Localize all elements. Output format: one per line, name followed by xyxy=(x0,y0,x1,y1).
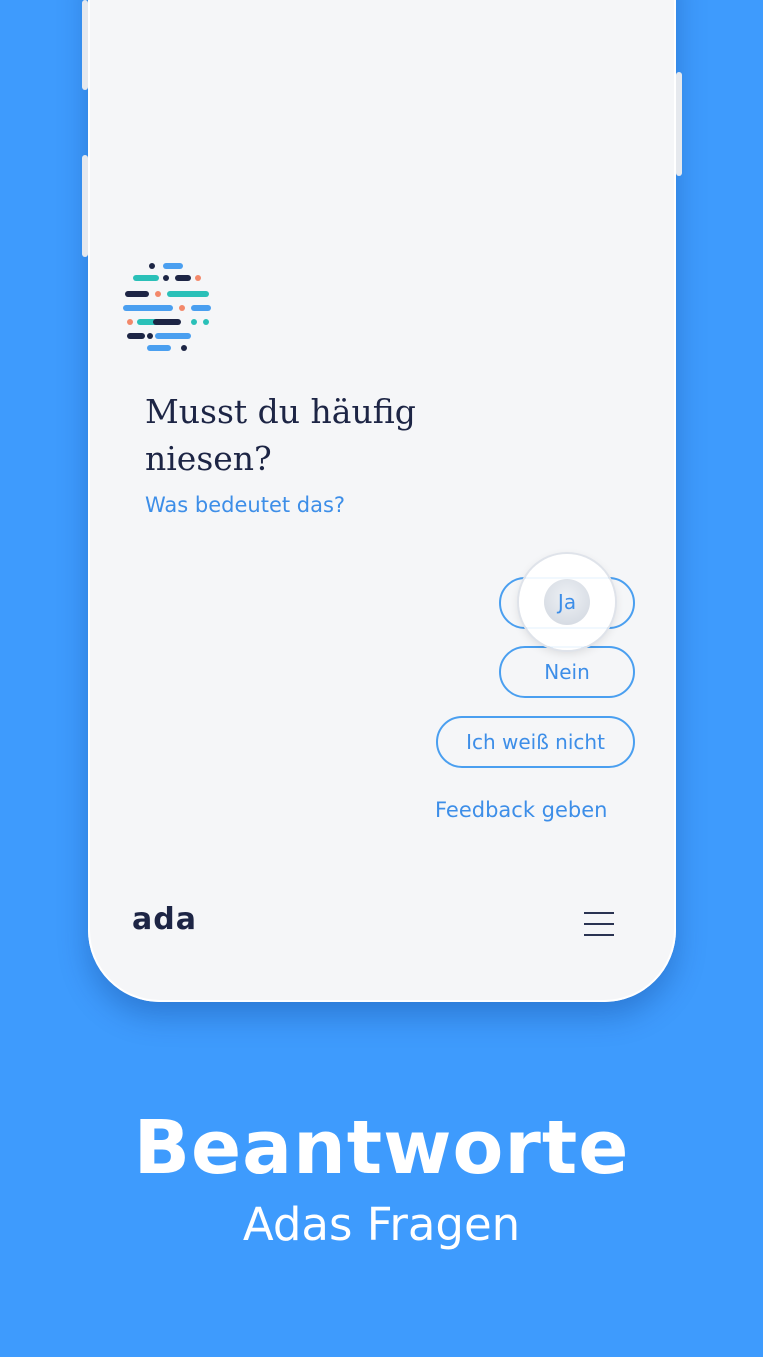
question-line-1: Musst du häufig xyxy=(145,392,416,431)
question-heading: Musst du häufig niesen? xyxy=(145,388,505,482)
menu-line xyxy=(584,912,614,914)
touch-indicator: Ja xyxy=(519,554,615,650)
menu-line xyxy=(584,934,614,936)
feedback-link[interactable]: Feedback geben xyxy=(435,798,608,822)
explain-link[interactable]: Was bedeutet das? xyxy=(145,493,345,517)
phone-frame: Musst du häufig niesen? Was bedeutet das… xyxy=(82,0,682,1002)
promo-subline: Adas Fragen xyxy=(242,1198,521,1251)
app-screen: Musst du häufig niesen? Was bedeutet das… xyxy=(88,0,676,1002)
phone-side-button-right xyxy=(676,72,682,176)
ada-logo-icon xyxy=(123,263,211,351)
touch-indicator-dot: Ja xyxy=(544,579,590,625)
brand-logo-text: ada xyxy=(132,902,197,937)
answer-no-button[interactable]: Nein xyxy=(499,646,635,698)
menu-line xyxy=(584,923,614,925)
answer-dont-know-button[interactable]: Ich weiß nicht xyxy=(436,716,635,768)
question-line-2: niesen? xyxy=(145,439,272,478)
answer-yes-label: Ja xyxy=(557,590,577,614)
hamburger-menu-icon[interactable] xyxy=(584,912,614,938)
promo-headline: Beantworte xyxy=(133,1105,630,1191)
